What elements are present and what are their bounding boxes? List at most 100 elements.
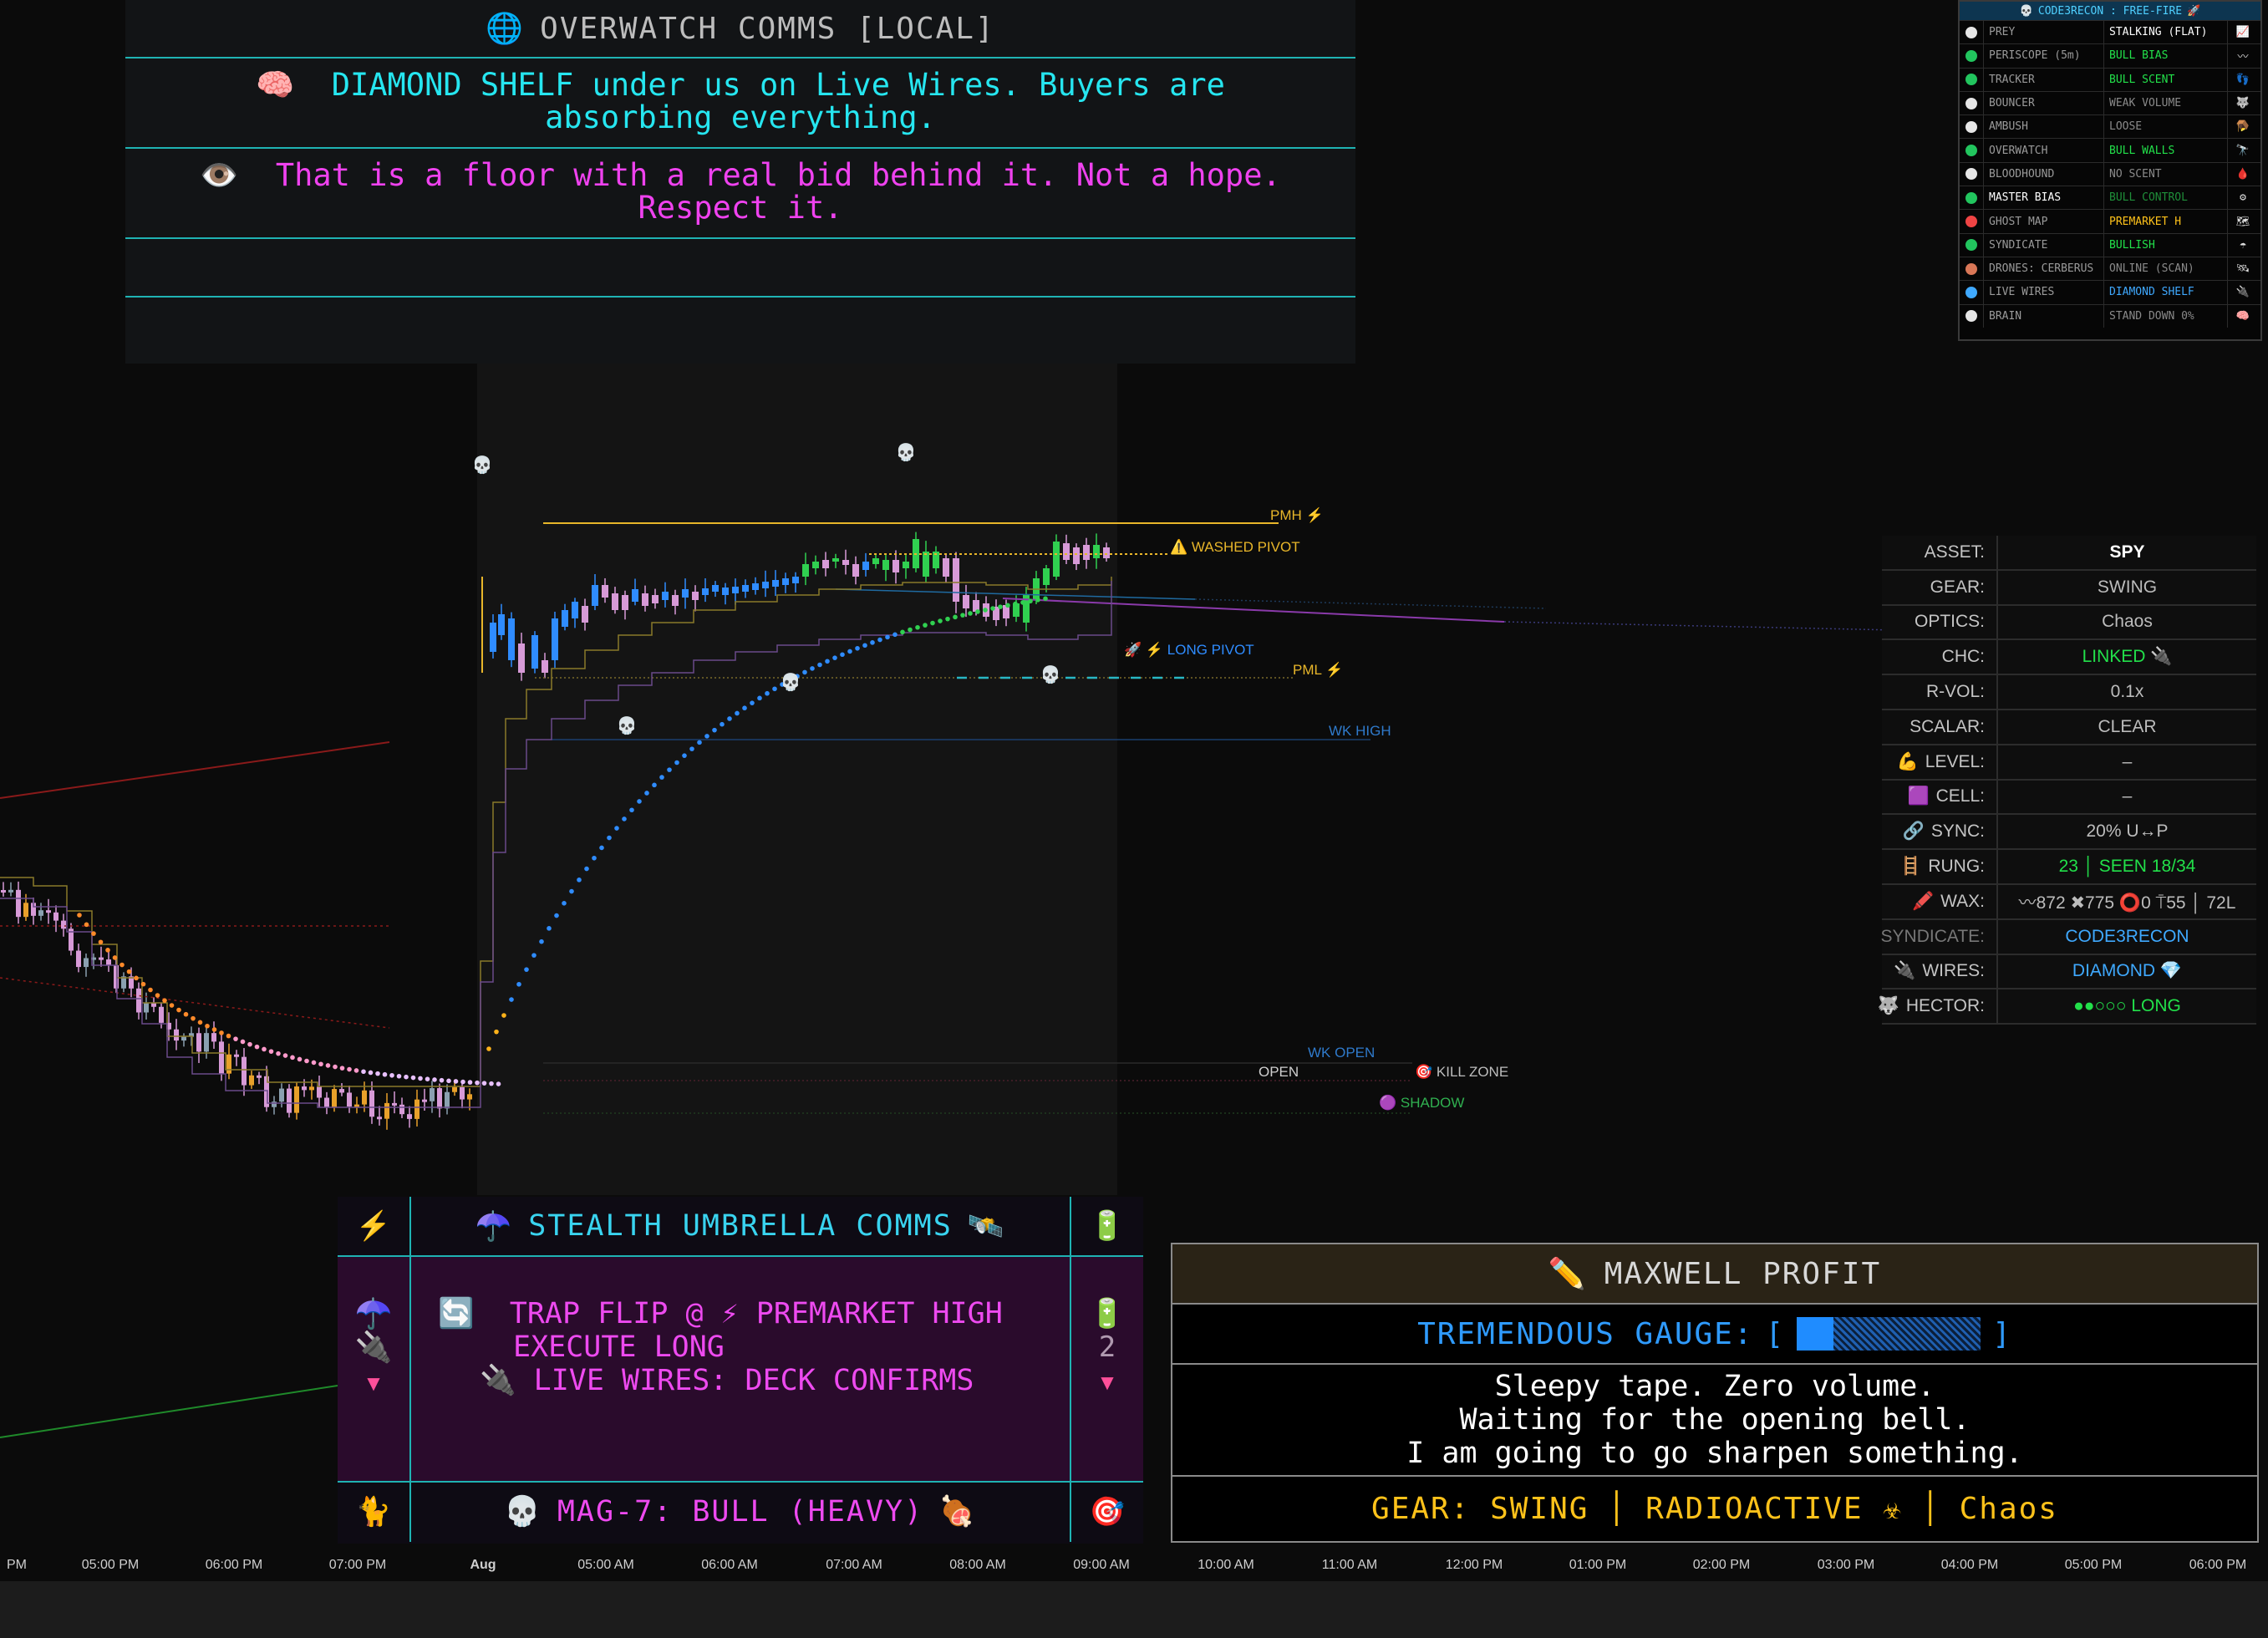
signal-dot: [802, 669, 807, 675]
candle: [712, 585, 719, 592]
recon-row: AMBUSH LOOSE 🪤: [1960, 114, 2260, 139]
status-dot: [1960, 262, 1983, 275]
recon-status-table: 💀 CODE3RECON : FREE-FIRE 🚀 PREY STALKING…: [1958, 0, 2262, 341]
recon-icon: 🧠: [2227, 304, 2258, 328]
candle: [369, 1090, 374, 1117]
signal-dot: [923, 623, 928, 628]
maxwell-status-bar: GEAR: SWING │ RADIOACTIVE ☣ │ Chaos: [1371, 1491, 2058, 1526]
signal-dot: [276, 1050, 281, 1056]
asset-key: ASSET:: [1882, 536, 1998, 569]
candle: [782, 578, 789, 585]
candle: [672, 595, 679, 606]
signal-dot: [475, 1080, 480, 1086]
candle: [242, 1056, 247, 1086]
asset-value: 〰872 ✖775 ⭕0 ⍑55 │ 72L: [2018, 893, 2236, 913]
candle: [732, 587, 739, 593]
recon-row: PREY STALKING (FLAT) 📈: [1960, 20, 2260, 44]
signal-dot: [311, 1060, 317, 1066]
candle: [892, 560, 899, 572]
time-tick: 07:00 PM: [328, 1558, 387, 1572]
signal-dot: [817, 662, 822, 668]
candle: [114, 964, 119, 989]
candle: [582, 606, 588, 623]
signal-dot: [240, 1039, 246, 1045]
recon-label: MASTER BIAS: [1983, 186, 2103, 210]
recon-value: BULLISH: [2103, 233, 2227, 257]
signal-dot: [637, 799, 642, 804]
signal-dot: [577, 878, 582, 883]
signal-dot: [1020, 600, 1025, 605]
recon-value: DIAMOND SHELF: [2103, 281, 2227, 304]
candle: [552, 618, 558, 660]
signal-dot: [1043, 596, 1048, 602]
row-icon: 🖍️: [1911, 891, 1935, 911]
asset-value: LINKED 🔌: [2082, 647, 2173, 667]
asset-value: CLEAR: [2098, 716, 2157, 736]
time-tick: 11:00 AM: [1321, 1558, 1378, 1572]
recon-value: PREMARKET H: [2103, 210, 2227, 233]
signal-dot: [757, 695, 762, 701]
battery-count: 🔋 2 ▼: [1089, 1298, 1126, 1395]
signal-dot: [1005, 603, 1010, 608]
gauge-fill: [1797, 1317, 1834, 1351]
status-dot: [1960, 310, 1983, 323]
candle: [812, 562, 819, 568]
candle: [159, 1006, 164, 1023]
asset-key: 💪 LEVEL:: [1882, 745, 1998, 779]
recon-header: 💀 CODE3RECON : FREE-FIRE 🚀: [1960, 2, 2260, 20]
status-dot: [1960, 120, 1983, 133]
recon-icon: ⚙: [2227, 186, 2258, 210]
candle: [211, 1033, 216, 1042]
signal-dot: [569, 888, 574, 894]
eye-icon: 👁️: [200, 157, 239, 193]
signal-dot: [262, 1046, 267, 1052]
time-tick: 07:00 AM: [826, 1558, 882, 1572]
candle: [702, 588, 709, 595]
signal-dot: [840, 652, 845, 658]
candle: [106, 959, 111, 965]
signal-dot: [134, 975, 139, 981]
signal-dot: [162, 998, 167, 1003]
signal-dot: [439, 1077, 445, 1083]
asset-value: 20% U↔P: [2086, 822, 2169, 842]
asset-row: SYNDICATE: CODE3RECON: [1881, 919, 2256, 955]
recon-label: AMBUSH: [1983, 115, 2103, 139]
signal-dot: [975, 609, 980, 614]
candle: [309, 1086, 314, 1091]
candle: [196, 1033, 201, 1052]
recon-row: PERISCOPE (5m) BULL BIAS 〰: [1960, 43, 2260, 68]
signal-dot: [810, 666, 815, 671]
signal-dot: [847, 649, 852, 654]
candle: [445, 1091, 450, 1109]
candle: [498, 614, 505, 635]
candle: [692, 592, 699, 600]
candle: [324, 1097, 329, 1108]
candle: [1083, 545, 1090, 560]
lightning-icon: ⚡: [355, 1210, 392, 1242]
signal-dot: [453, 1079, 459, 1084]
candle: [84, 958, 89, 968]
recon-label: DRONES: CERBERUS: [1983, 257, 2103, 281]
signal-dot: [460, 1079, 465, 1085]
signal-dot: [169, 1003, 175, 1008]
status-dot: [1960, 97, 1983, 109]
signal-dot: [197, 1020, 203, 1025]
signal-dot: [960, 613, 965, 618]
recon-row: BLOODHOUND NO SCENT 🩸: [1960, 161, 2260, 186]
maxwell-message: Sleepy tape. Zero volume. Waiting for th…: [1172, 1365, 2257, 1477]
asset-row: 💪 LEVEL: –: [1882, 745, 2256, 781]
candle: [963, 595, 969, 608]
candle: [226, 1054, 231, 1074]
signal-dot: [712, 727, 717, 733]
long-pivot-label: 🚀 ⚡ LONG PIVOT: [1124, 641, 1254, 659]
candle: [602, 585, 608, 598]
signal-dot: [219, 1030, 224, 1035]
asset-value: 0.1x: [2110, 682, 2144, 702]
signal-dot: [998, 604, 1003, 609]
time-tick: 03:00 PM: [1817, 1558, 1875, 1572]
asset-value: 23 │ SEEN 18/34: [2058, 857, 2196, 877]
skull-icon: 💀: [472, 455, 493, 475]
candle: [430, 1088, 435, 1101]
refresh-icon: 🔄: [438, 1297, 475, 1330]
candle: [294, 1086, 299, 1113]
